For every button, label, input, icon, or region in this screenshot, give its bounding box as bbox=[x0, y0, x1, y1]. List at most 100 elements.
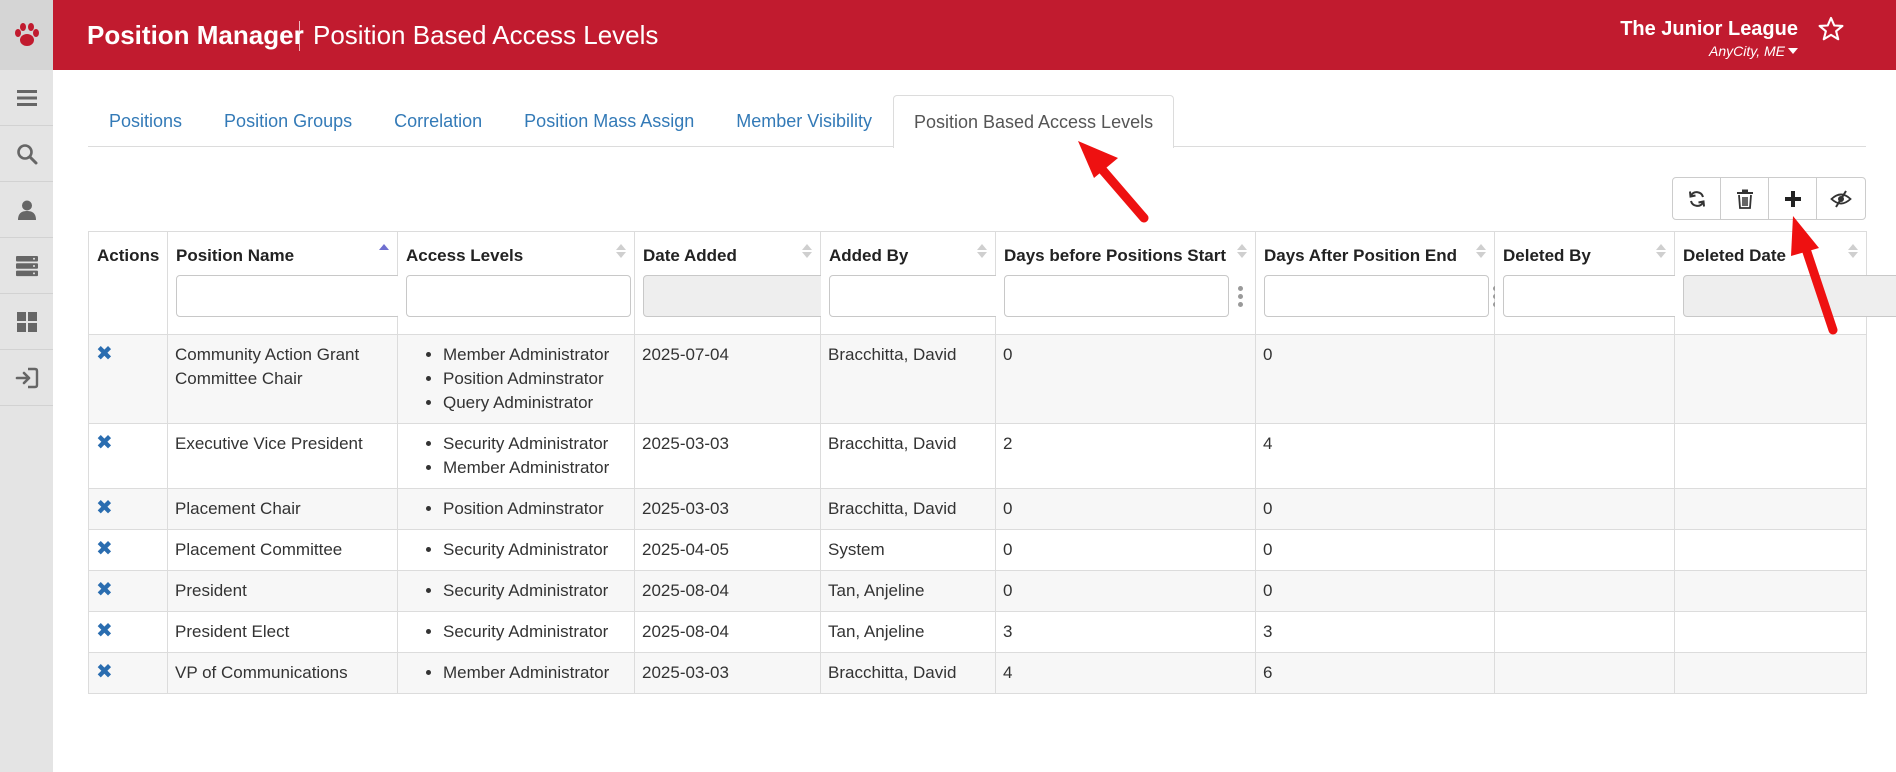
column-header-date-added[interactable]: Date Added bbox=[634, 231, 877, 335]
sort-icon[interactable] bbox=[802, 244, 812, 258]
refresh-button[interactable] bbox=[1673, 178, 1721, 219]
column-header-deleted-date[interactable]: Deleted Date bbox=[1674, 231, 1896, 335]
filter-days-after-end[interactable] bbox=[1264, 275, 1489, 317]
sort-icon[interactable] bbox=[1848, 244, 1858, 258]
sort-icon[interactable] bbox=[977, 244, 987, 258]
trash-icon bbox=[1736, 189, 1753, 209]
tab-correlation[interactable]: Correlation bbox=[373, 95, 503, 147]
cell-deleted-date bbox=[1674, 334, 1867, 424]
cell-days-after: 0 bbox=[1255, 529, 1495, 571]
cell-days-after: 0 bbox=[1255, 570, 1495, 612]
delete-row-icon[interactable]: ✖ bbox=[96, 620, 113, 642]
table-row[interactable]: ✖ Placement Chair Position Adminstrator … bbox=[88, 488, 1867, 530]
org-name[interactable]: The Junior League bbox=[1620, 18, 1798, 41]
server-icon bbox=[15, 255, 38, 276]
add-button[interactable] bbox=[1769, 178, 1817, 219]
cell-date-added: 2025-03-03 bbox=[634, 652, 821, 694]
org-location: AnyCity, ME bbox=[1709, 43, 1785, 59]
cell-deleted-by bbox=[1494, 488, 1675, 530]
cell-date-added: 2025-03-03 bbox=[634, 423, 821, 489]
column-header-added-by[interactable]: Added By bbox=[820, 231, 1063, 335]
sidebar-logout-button[interactable] bbox=[0, 350, 53, 406]
favorite-button[interactable] bbox=[1814, 12, 1848, 46]
cell-days-before: 3 bbox=[995, 611, 1256, 653]
cell-days-before: 0 bbox=[995, 334, 1256, 424]
filter-days-before-start[interactable] bbox=[1004, 275, 1229, 317]
logo-button[interactable] bbox=[0, 0, 53, 70]
column-label: Date Added bbox=[643, 246, 737, 265]
cell-days-after: 6 bbox=[1255, 652, 1495, 694]
cell-date-added: 2025-03-03 bbox=[634, 488, 821, 530]
cell-deleted-date bbox=[1674, 529, 1867, 571]
access-level-item: Member Administrator bbox=[443, 456, 627, 480]
cell-added-by: Bracchitta, David bbox=[820, 652, 996, 694]
table-row[interactable]: ✖ Community Action Grant Committee Chair… bbox=[88, 334, 1867, 424]
sidebar-menu-button[interactable] bbox=[0, 70, 53, 126]
app-title[interactable]: Position Manager bbox=[87, 20, 304, 51]
sign-out-icon bbox=[15, 367, 38, 388]
sort-icon[interactable] bbox=[616, 244, 626, 258]
table-row[interactable]: ✖ President Security Administrator 2025-… bbox=[88, 570, 1867, 612]
column-header-days-before-start[interactable]: Days before Positions Start bbox=[995, 231, 1256, 335]
sidebar-server-button[interactable] bbox=[0, 238, 53, 294]
sidebar-user-button[interactable] bbox=[0, 182, 53, 238]
tab-bar: Positions Position Groups Correlation Po… bbox=[88, 95, 1866, 148]
filter-position-name[interactable] bbox=[176, 275, 401, 317]
page-title: Position Based Access Levels bbox=[313, 20, 659, 50]
column-header-days-after-end[interactable]: Days After Position End bbox=[1255, 231, 1498, 335]
column-label: Access Levels bbox=[406, 246, 524, 265]
access-level-item: Member Administrator bbox=[443, 661, 627, 685]
access-level-item: Member Administrator bbox=[443, 343, 627, 367]
column-header-access-levels[interactable]: Access Levels bbox=[397, 231, 640, 335]
column-header-deleted-by[interactable]: Deleted By bbox=[1494, 231, 1737, 335]
delete-row-icon[interactable]: ✖ bbox=[96, 497, 113, 519]
sidebar-dashboard-button[interactable] bbox=[0, 294, 53, 350]
tab-position-based-access-levels[interactable]: Position Based Access Levels bbox=[892, 95, 1175, 148]
cell-date-added: 2025-07-04 bbox=[634, 334, 821, 424]
sidebar-search-button[interactable] bbox=[0, 126, 53, 182]
cell-deleted-date bbox=[1674, 570, 1867, 612]
caret-down-icon bbox=[1788, 48, 1798, 54]
delete-row-icon[interactable]: ✖ bbox=[96, 538, 113, 560]
hamburger-menu-icon bbox=[16, 89, 37, 106]
cell-days-before: 0 bbox=[995, 529, 1256, 571]
sort-asc-icon[interactable] bbox=[379, 244, 389, 250]
column-label: Position Name bbox=[176, 246, 295, 265]
delete-row-icon[interactable]: ✖ bbox=[96, 343, 113, 365]
delete-button[interactable] bbox=[1721, 178, 1769, 219]
cell-deleted-by bbox=[1494, 529, 1675, 571]
org-location-dropdown[interactable]: AnyCity, ME bbox=[1709, 43, 1798, 59]
delete-row-icon[interactable]: ✖ bbox=[96, 432, 113, 454]
table-row[interactable]: ✖ VP of Communications Member Administra… bbox=[88, 652, 1867, 694]
sort-icon[interactable] bbox=[1656, 244, 1666, 258]
delete-row-icon[interactable]: ✖ bbox=[96, 579, 113, 601]
cell-days-after: 0 bbox=[1255, 488, 1495, 530]
column-label: Deleted Date bbox=[1683, 246, 1786, 265]
cell-deleted-by bbox=[1494, 570, 1675, 612]
cell-position: VP of Communications bbox=[167, 652, 398, 694]
grid-toolbar bbox=[1672, 177, 1866, 220]
cell-days-after: 0 bbox=[1255, 334, 1495, 424]
access-level-item: Security Administrator bbox=[443, 538, 627, 562]
table-row[interactable]: ✖ President Elect Security Administrator… bbox=[88, 611, 1867, 653]
cell-date-added: 2025-04-05 bbox=[634, 529, 821, 571]
column-header-position-name[interactable]: Position Name bbox=[167, 231, 410, 335]
sort-icon[interactable] bbox=[1237, 244, 1247, 258]
delete-row-icon[interactable]: ✖ bbox=[96, 661, 113, 683]
tab-position-mass-assign[interactable]: Position Mass Assign bbox=[503, 95, 715, 147]
column-label: Deleted By bbox=[1503, 246, 1591, 265]
tab-positions[interactable]: Positions bbox=[88, 95, 203, 147]
filter-access-levels[interactable] bbox=[406, 275, 631, 317]
sort-icon[interactable] bbox=[1476, 244, 1486, 258]
toggle-visibility-button[interactable] bbox=[1817, 178, 1865, 219]
cell-days-before: 0 bbox=[995, 570, 1256, 612]
table-row[interactable]: ✖ Executive Vice President Security Admi… bbox=[88, 423, 1867, 489]
table-row[interactable]: ✖ Placement Committee Security Administr… bbox=[88, 529, 1867, 571]
access-level-item: Query Administrator bbox=[443, 391, 627, 415]
cell-deleted-by bbox=[1494, 611, 1675, 653]
arrow-to-active-tab bbox=[1078, 141, 1149, 223]
cell-position: President bbox=[167, 570, 398, 612]
column-menu-icon[interactable] bbox=[1233, 281, 1247, 311]
tab-member-visibility[interactable]: Member Visibility bbox=[715, 95, 893, 147]
tab-position-groups[interactable]: Position Groups bbox=[203, 95, 373, 147]
